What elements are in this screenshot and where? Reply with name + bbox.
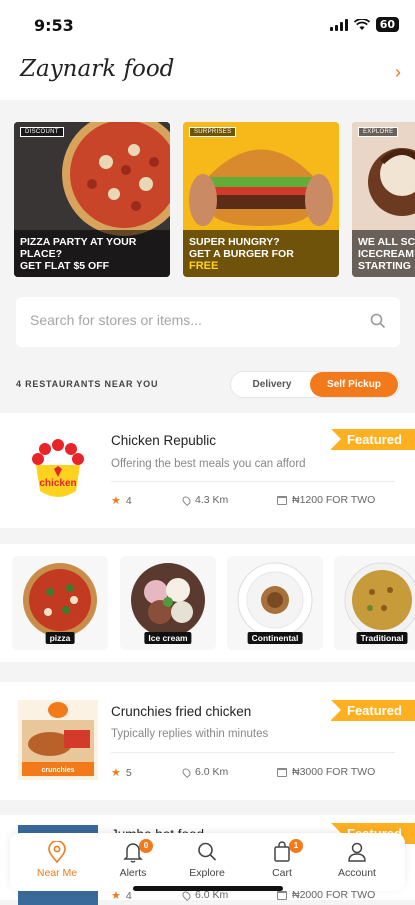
traditional-dish-image bbox=[344, 562, 415, 638]
restaurant-count: 4 RESTAURANTS NEAR YOU bbox=[16, 379, 159, 389]
promo-banner-burger[interactable]: SURPRISES SUPER HUNGRY? GET A BURGER FOR… bbox=[183, 122, 339, 277]
crunchies-logo: crunchies bbox=[18, 700, 98, 780]
category-label: Traditional bbox=[356, 632, 408, 644]
app-logo: Zaynark food bbox=[20, 56, 175, 82]
nav-cart[interactable]: 1 Cart bbox=[247, 839, 317, 879]
calendar-icon bbox=[277, 890, 287, 900]
alerts-badge: 0 bbox=[139, 839, 153, 853]
location-icon bbox=[48, 841, 66, 863]
price-for-two: ₦3000 FOR TWO bbox=[277, 766, 375, 778]
continental-dish-image bbox=[237, 562, 313, 638]
chevron-right-icon[interactable]: › bbox=[395, 62, 401, 83]
featured-badge: Featured bbox=[331, 700, 415, 721]
category-label: pizza bbox=[45, 632, 75, 644]
nav-near-me[interactable]: Near Me bbox=[22, 841, 92, 879]
delivery-tab[interactable]: Delivery bbox=[233, 372, 311, 397]
rating: ★ 4 bbox=[111, 494, 132, 508]
price-for-two: ₦1200 FOR TWO bbox=[277, 494, 375, 506]
nav-alerts[interactable]: 0 Alerts bbox=[98, 839, 168, 879]
search-icon[interactable] bbox=[370, 313, 386, 329]
home-indicator bbox=[133, 886, 283, 891]
divider bbox=[111, 752, 395, 753]
banner-text: WE ALL SC ICECREAM STARTING bbox=[358, 236, 415, 272]
restaurant-card[interactable]: chicken Chicken Republic Offering the be… bbox=[0, 413, 415, 528]
banner-text: SUPER HUNGRY? GET A BURGER FOR FREE bbox=[189, 236, 294, 272]
search-input[interactable] bbox=[30, 312, 350, 328]
nav-account[interactable]: Account bbox=[322, 841, 392, 879]
icecream-image bbox=[131, 563, 205, 637]
distance: 6.0 Km bbox=[180, 766, 228, 778]
promo-carousel[interactable]: DISCOUNT PIZZA PARTY AT YOUR PLACE? GET … bbox=[14, 122, 415, 278]
filter-row: 4 RESTAURANTS NEAR YOU Delivery Self Pic… bbox=[16, 371, 400, 399]
status-bar: 9:53 60 bbox=[0, 0, 415, 48]
restaurant-subtitle: Offering the best meals you can afford bbox=[111, 458, 306, 470]
delivery-mode-toggle[interactable]: Delivery Self Pickup bbox=[230, 371, 400, 398]
category-traditional[interactable]: Traditional bbox=[334, 556, 415, 650]
featured-badge: Featured bbox=[331, 429, 415, 450]
category-label: Ice cream bbox=[144, 632, 192, 644]
restaurant-card[interactable]: crunchies Crunchies fried chicken Typica… bbox=[0, 682, 415, 800]
restaurant-name: Crunchies fried chicken bbox=[111, 704, 252, 719]
pizza-image bbox=[23, 563, 97, 637]
promo-banner-pizza[interactable]: DISCOUNT PIZZA PARTY AT YOUR PLACE? GET … bbox=[14, 122, 170, 277]
divider bbox=[111, 481, 395, 482]
cart-badge: 1 bbox=[289, 839, 303, 853]
star-icon: ★ bbox=[111, 495, 121, 507]
status-time: 9:53 bbox=[34, 16, 74, 35]
search-bar[interactable] bbox=[16, 297, 400, 347]
wifi-icon bbox=[353, 18, 370, 30]
battery-icon: 60 bbox=[375, 17, 399, 32]
banner-tag: EXPLORE bbox=[358, 127, 399, 137]
location-pin-icon bbox=[180, 889, 193, 901]
banner-tag: DISCOUNT bbox=[20, 127, 64, 137]
restaurant-name: Chicken Republic bbox=[111, 433, 217, 448]
location-pin-icon bbox=[180, 766, 193, 778]
status-icons: 60 bbox=[329, 17, 399, 32]
restaurant-subtitle: Typically replies within minutes bbox=[111, 728, 269, 740]
star-icon: ★ bbox=[111, 767, 121, 779]
chicken-republic-logo: chicken bbox=[32, 439, 84, 497]
category-pizza[interactable]: pizza bbox=[12, 556, 108, 650]
distance: 4.3 Km bbox=[180, 494, 228, 506]
svg-text:chicken: chicken bbox=[39, 478, 76, 489]
calendar-icon bbox=[277, 495, 287, 505]
category-label: Continental bbox=[247, 632, 303, 644]
bottom-navigation: Near Me 0 Alerts Explore 1 Cart Account bbox=[10, 833, 405, 891]
banner-text: PIZZA PARTY AT YOUR PLACE? GET FLAT $5 O… bbox=[20, 236, 137, 272]
app-header: Zaynark food › bbox=[0, 48, 415, 100]
category-strip[interactable]: pizza Ice cream Continental Traditional bbox=[0, 544, 415, 662]
search-icon bbox=[198, 842, 217, 861]
self-pickup-tab[interactable]: Self Pickup bbox=[310, 372, 398, 397]
category-ice-cream[interactable]: Ice cream bbox=[120, 556, 216, 650]
promo-banner-icecream[interactable]: EXPLORE WE ALL SC ICECREAM STARTING bbox=[352, 122, 415, 277]
rating: ★ 5 bbox=[111, 766, 132, 780]
banner-tag: SURPRISES bbox=[189, 127, 237, 137]
signal-icon bbox=[329, 18, 348, 31]
user-icon bbox=[348, 842, 366, 862]
category-continental[interactable]: Continental bbox=[227, 556, 323, 650]
nav-explore[interactable]: Explore bbox=[172, 841, 242, 879]
location-pin-icon bbox=[180, 494, 193, 506]
calendar-icon bbox=[277, 767, 287, 777]
svg-text:crunchies: crunchies bbox=[41, 767, 74, 774]
